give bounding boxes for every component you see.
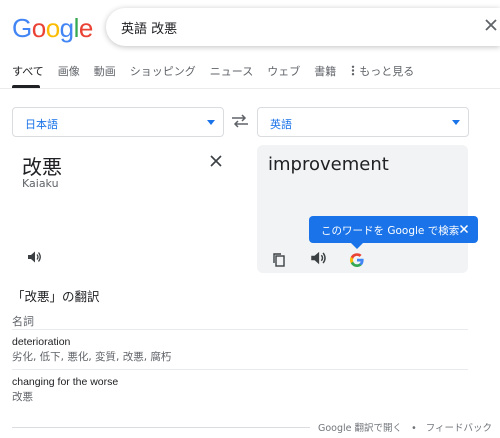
logo-letter: e — [78, 13, 93, 43]
google-logo[interactable]: Google — [12, 13, 93, 44]
footer-divider — [12, 427, 310, 428]
tooltip-text: このワードを Google で検索 — [321, 225, 460, 237]
tab-images[interactable]: 画像 — [58, 63, 80, 87]
translations-heading: 「改悪」の翻訳 — [12, 289, 100, 304]
source-language-select[interactable]: 日本語 — [12, 107, 224, 137]
search-tabs: すべて 画像 動画 ショッピング ニュース ウェブ 書籍 もっと見る — [12, 63, 428, 87]
target-language-label: 英語 — [270, 118, 292, 131]
translation-synonyms: 劣化, 低下, 悪化, 変質, 改悪, 腐朽 — [12, 351, 172, 363]
divider — [12, 369, 468, 370]
search-input[interactable]: 英語 改悪 — [121, 18, 177, 37]
google-search-icon[interactable] — [348, 251, 366, 269]
tab-news[interactable]: ニュース — [210, 63, 253, 87]
speaker-icon[interactable] — [26, 249, 42, 265]
source-transliteration: Kaiaku — [22, 177, 59, 190]
header-divider — [0, 88, 500, 89]
search-word-tooltip[interactable]: このワードを Google で検索 — [309, 216, 478, 243]
logo-letter: o — [31, 13, 46, 43]
close-icon[interactable] — [459, 224, 469, 234]
logo-letter: g — [59, 13, 74, 43]
tooltip-arrow — [351, 243, 363, 249]
footer-bullet: • — [411, 423, 417, 434]
chevron-down-icon — [452, 120, 460, 125]
tab-books[interactable]: 書籍 — [314, 63, 336, 87]
tab-videos[interactable]: 動画 — [94, 63, 116, 87]
open-in-translate-link[interactable]: Google 翻訳で開く — [318, 423, 402, 434]
translation-word: deterioration — [12, 336, 71, 348]
tab-more-label: もっと見る — [359, 65, 415, 78]
close-icon[interactable] — [208, 153, 224, 169]
logo-letter: G — [12, 13, 32, 43]
close-icon[interactable] — [482, 16, 500, 34]
source-text[interactable]: 改悪 — [22, 151, 62, 180]
target-language-select[interactable]: 英語 — [257, 107, 469, 137]
translated-text: improvement — [268, 154, 389, 175]
logo-letter: o — [45, 13, 60, 43]
copy-icon[interactable] — [270, 251, 288, 269]
translation-word: changing for the worse — [12, 376, 119, 388]
footer-links: Google 翻訳で開く • フィードバック — [318, 420, 492, 434]
chevron-down-icon — [207, 120, 215, 125]
part-of-speech-label: 名詞 — [12, 315, 34, 328]
speaker-icon[interactable] — [309, 249, 327, 267]
feedback-link[interactable]: フィードバック — [426, 423, 492, 434]
vertical-dots-icon — [352, 65, 355, 76]
tab-web[interactable]: ウェブ — [267, 63, 300, 87]
tab-all[interactable]: すべて — [12, 63, 44, 87]
swap-arrows-icon[interactable] — [230, 112, 250, 130]
source-language-label: 日本語 — [25, 118, 58, 131]
divider — [12, 329, 468, 330]
tab-more[interactable]: もっと見る — [350, 63, 414, 87]
tab-shopping[interactable]: ショッピング — [130, 63, 196, 87]
translation-synonyms: 改悪 — [12, 391, 33, 403]
